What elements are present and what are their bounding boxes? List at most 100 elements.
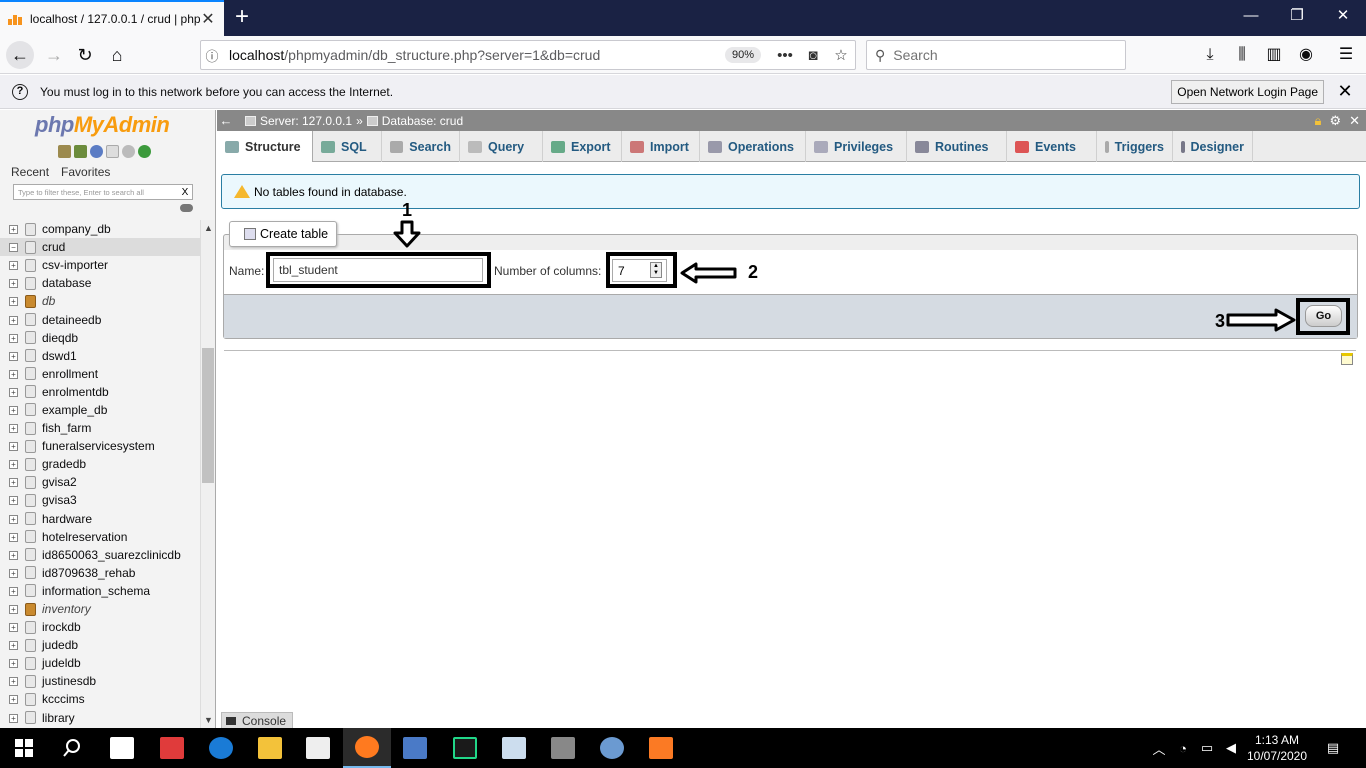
db-name[interactable]: company_db bbox=[42, 222, 111, 236]
expand-icon[interactable]: + bbox=[0, 690, 18, 708]
db-tree-item[interactable]: + judeldb bbox=[0, 654, 200, 672]
edge-icon[interactable] bbox=[197, 728, 245, 768]
scroll-up-icon[interactable]: ▲ bbox=[201, 220, 215, 236]
db-name[interactable]: inventory bbox=[42, 602, 91, 616]
close-top-menu-icon[interactable]: ✕ bbox=[1349, 113, 1360, 129]
db-tree-item[interactable]: + id8709638_rehab bbox=[0, 564, 200, 582]
paint-icon[interactable] bbox=[588, 728, 636, 768]
expand-icon[interactable]: + bbox=[0, 220, 18, 238]
tab-search[interactable]: Search bbox=[382, 131, 460, 162]
minimize-icon[interactable]: — bbox=[1228, 0, 1274, 32]
help-icon[interactable] bbox=[90, 145, 103, 158]
expand-icon[interactable]: + bbox=[0, 311, 18, 329]
scroll-thumb[interactable] bbox=[202, 348, 214, 483]
db-name[interactable]: information_schema bbox=[42, 584, 150, 598]
menu-icon[interactable]: ☰ bbox=[1334, 44, 1358, 66]
db-name[interactable]: hardware bbox=[42, 512, 92, 526]
db-tree-item[interactable]: + judedb bbox=[0, 636, 200, 654]
expand-icon[interactable]: + bbox=[0, 636, 18, 654]
expand-icon[interactable]: + bbox=[0, 582, 18, 600]
downloads-icon[interactable]: ⤓ bbox=[1198, 44, 1222, 66]
db-name[interactable]: crud bbox=[42, 240, 65, 254]
db-name[interactable]: judedb bbox=[42, 638, 78, 652]
expand-icon[interactable]: + bbox=[0, 383, 18, 401]
expand-icon[interactable]: + bbox=[0, 401, 18, 419]
db-tree-item[interactable]: + dswd1 bbox=[0, 347, 200, 365]
expand-icon[interactable]: + bbox=[0, 528, 18, 546]
expand-icon[interactable]: + bbox=[0, 654, 18, 672]
settings-gear-icon[interactable]: ⚙ bbox=[1329, 113, 1341, 129]
db-tree-item[interactable]: + id8650063_suarezclinicdb bbox=[0, 546, 200, 564]
expand-icon[interactable]: + bbox=[0, 600, 18, 618]
tab-import[interactable]: Import bbox=[622, 131, 700, 162]
db-name[interactable]: db bbox=[42, 294, 55, 308]
tab-query[interactable]: Query bbox=[460, 131, 543, 162]
expand-icon[interactable]: + bbox=[0, 473, 18, 491]
expand-icon[interactable]: + bbox=[0, 618, 18, 636]
expand-icon[interactable]: + bbox=[0, 672, 18, 690]
zoom-indicator[interactable]: 90% bbox=[724, 47, 761, 63]
expand-icon[interactable]: + bbox=[0, 365, 18, 383]
db-tree-item[interactable]: + db bbox=[0, 292, 200, 310]
db-tree-item[interactable]: + detaineedb bbox=[0, 310, 200, 328]
db-name[interactable]: judeldb bbox=[42, 656, 81, 670]
taskbar-clock[interactable]: 1:13 AM 10/07/2020 bbox=[1244, 732, 1310, 764]
reload-nav-icon[interactable] bbox=[138, 145, 151, 158]
firefox-icon[interactable] bbox=[343, 728, 391, 768]
db-name[interactable]: irockdb bbox=[42, 620, 81, 634]
db-name[interactable]: kcccims bbox=[42, 692, 85, 706]
gift-icon[interactable] bbox=[148, 728, 196, 768]
db-tree-item[interactable]: + justinesdb bbox=[0, 672, 200, 690]
db-name[interactable]: csv-importer bbox=[42, 258, 108, 272]
expand-icon[interactable]: + bbox=[0, 274, 18, 292]
db-tree-item[interactable]: + enrolmentdb bbox=[0, 383, 200, 401]
db-tree-item[interactable]: + library bbox=[0, 709, 200, 727]
pycharm-icon[interactable] bbox=[441, 728, 489, 768]
store-icon[interactable] bbox=[294, 728, 342, 768]
db-name[interactable]: library bbox=[42, 711, 75, 725]
search-icon[interactable] bbox=[48, 728, 96, 768]
battery-icon[interactable]: ▭ bbox=[1196, 728, 1218, 768]
info-icon[interactable]: ⓘ bbox=[201, 46, 223, 65]
restore-icon[interactable]: ❐ bbox=[1274, 0, 1320, 32]
search-input[interactable]: ⚲ Search bbox=[866, 40, 1126, 70]
expand-icon[interactable]: + bbox=[0, 329, 18, 347]
account-icon[interactable]: ◉ bbox=[1294, 44, 1318, 66]
scroll-down-icon[interactable]: ▼ bbox=[201, 712, 215, 728]
db-tree-item[interactable]: + hotelreservation bbox=[0, 528, 200, 546]
video-editor-icon[interactable] bbox=[539, 728, 587, 768]
notification-close-icon[interactable]: ✕ bbox=[1334, 81, 1356, 102]
db-tree-item[interactable]: + funeralservicesystem bbox=[0, 437, 200, 455]
docs-icon[interactable] bbox=[106, 145, 119, 158]
tab-designer[interactable]: Designer bbox=[1173, 131, 1253, 162]
expand-icon[interactable]: + bbox=[0, 546, 18, 564]
tab-routines[interactable]: Routines bbox=[907, 131, 1007, 162]
table-name-input[interactable] bbox=[273, 258, 483, 282]
db-name[interactable]: gvisa3 bbox=[42, 493, 77, 507]
db-name[interactable]: id8650063_suarezclinicdb bbox=[42, 548, 181, 562]
phpmyadmin-logo[interactable]: phpMyAdmin bbox=[35, 112, 170, 138]
volume-icon[interactable]: ◀︎ bbox=[1220, 728, 1242, 768]
filter-clear-icon[interactable]: X bbox=[178, 187, 192, 198]
db-tree-item[interactable]: + dieqdb bbox=[0, 329, 200, 347]
mail-icon[interactable] bbox=[98, 728, 146, 768]
reload-icon[interactable]: ↻ bbox=[71, 41, 99, 69]
db-tree-item[interactable]: + gradedb bbox=[0, 455, 200, 473]
db-name[interactable]: detaineedb bbox=[42, 313, 101, 327]
open-network-login-button[interactable]: Open Network Login Page bbox=[1171, 79, 1324, 104]
tab-structure[interactable]: Structure bbox=[217, 131, 313, 162]
expand-icon[interactable]: + bbox=[0, 510, 18, 528]
library-icon[interactable]: ⫼ bbox=[1230, 44, 1254, 66]
db-name[interactable]: fish_farm bbox=[42, 421, 91, 435]
new-tab-button[interactable]: + bbox=[228, 4, 256, 32]
window-close-icon[interactable]: ✕ bbox=[1320, 0, 1366, 32]
start-windows-icon[interactable] bbox=[0, 728, 48, 768]
settings-gear-icon[interactable] bbox=[122, 145, 135, 158]
tab-export[interactable]: Export bbox=[543, 131, 622, 162]
db-name[interactable]: enrollment bbox=[42, 367, 98, 381]
db-name[interactable]: gvisa2 bbox=[42, 475, 77, 489]
db-tree-item[interactable]: + database bbox=[0, 274, 200, 292]
db-name[interactable]: database bbox=[42, 276, 91, 290]
expand-icon[interactable]: + bbox=[0, 709, 18, 727]
db-name[interactable]: gradedb bbox=[42, 457, 86, 471]
